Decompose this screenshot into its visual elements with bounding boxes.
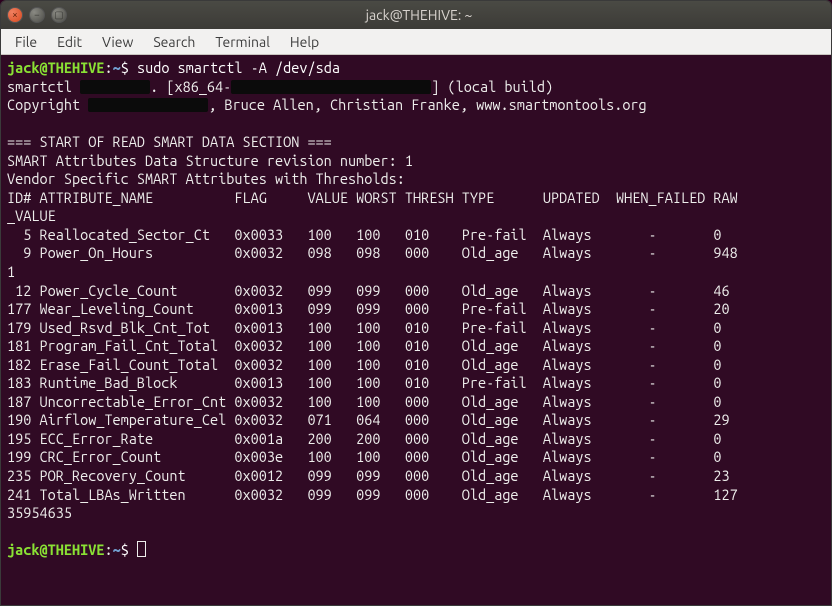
close-icon[interactable]: × (7, 7, 23, 23)
redacted-arch (231, 80, 431, 94)
titlebar: × − ▢ jack@THEHIVE: ~ (1, 1, 831, 29)
command-text: sudo smartctl -A /dev/sda (137, 59, 340, 76)
out-smartctl-b: . [x86_64- (150, 78, 231, 95)
out-section-head: === START OF READ SMART DATA SECTION === (7, 133, 332, 150)
out-copyright-b: , Bruce Allen, Christian Franke, www.sma… (208, 96, 646, 113)
prompt-path-2: ~ (113, 541, 121, 558)
out-copyright-a: Copyright (7, 96, 88, 113)
table-row: 5 Reallocated_Sector_Ct 0x0033 100 100 0… (7, 226, 722, 243)
menu-file[interactable]: File (7, 32, 45, 52)
prompt-sep-2: : (104, 541, 112, 558)
menu-help[interactable]: Help (282, 32, 327, 52)
menu-edit[interactable]: Edit (49, 32, 90, 52)
prompt-path: ~ (113, 59, 121, 76)
table-row: 179 Used_Rsvd_Blk_Cnt_Tot 0x0013 100 100… (7, 319, 722, 336)
out-smartctl-c: ] (local build) (431, 78, 553, 95)
out-hdr1: ID# ATTRIBUTE_NAME FLAG VALUE WORST THRE… (7, 189, 738, 206)
menu-view[interactable]: View (94, 32, 141, 52)
maximize-icon[interactable]: ▢ (51, 7, 67, 23)
minimize-icon[interactable]: − (29, 7, 45, 23)
out-hdr2: _VALUE (7, 207, 56, 224)
prompt-userhost: jack@THEHIVE (7, 59, 104, 76)
table-row: 182 Erase_Fail_Count_Total 0x0032 100 10… (7, 356, 722, 373)
table-row: 177 Wear_Leveling_Count 0x0013 099 099 0… (7, 300, 730, 317)
prompt-dollar: $ (121, 59, 137, 76)
table-row: 235 POR_Recovery_Count 0x0012 099 099 00… (7, 467, 730, 484)
window-title: jack@THEHIVE: ~ (73, 7, 765, 23)
table-row: 183 Runtime_Bad_Block 0x0013 100 100 010… (7, 374, 722, 391)
table-row: 12 Power_Cycle_Count 0x0032 099 099 000 … (7, 282, 730, 299)
prompt-dollar-2: $ (121, 541, 137, 558)
table-row: 190 Airflow_Temperature_Cel 0x0032 071 0… (7, 411, 730, 428)
table-row: 199 CRC_Error_Count 0x003e 100 100 000 O… (7, 448, 722, 465)
out-vendor: Vendor Specific SMART Attributes with Th… (7, 170, 405, 187)
table-row: 241 Total_LBAs_Written 0x0032 099 099 00… (7, 486, 738, 503)
table-row: 9 Power_On_Hours 0x0032 098 098 000 Old_… (7, 244, 738, 261)
cursor-icon (137, 541, 146, 557)
out-rev: SMART Attributes Data Structure revision… (7, 152, 413, 169)
terminal-area[interactable]: jack@THEHIVE:~$ sudo smartctl -A /dev/sd… (1, 55, 831, 605)
out-smartctl-a: smartctl (7, 78, 80, 95)
prompt-sep: : (104, 59, 112, 76)
table-row: 187 Uncorrectable_Error_Cnt 0x0032 100 1… (7, 393, 722, 410)
prompt-userhost-2: jack@THEHIVE (7, 541, 104, 558)
redacted-year (88, 98, 208, 112)
table-row-wrap: 1 (7, 263, 15, 280)
menu-terminal[interactable]: Terminal (207, 32, 278, 52)
terminal-window: × − ▢ jack@THEHIVE: ~ File Edit View Sea… (0, 0, 832, 606)
table-row-wrap: 35954635 (7, 504, 72, 521)
table-row: 195 ECC_Error_Rate 0x001a 200 200 000 Ol… (7, 430, 722, 447)
menubar: File Edit View Search Terminal Help (1, 29, 831, 55)
menu-search[interactable]: Search (145, 32, 203, 52)
redacted-version (80, 80, 150, 94)
table-row: 181 Program_Fail_Cnt_Total 0x0032 100 10… (7, 337, 722, 354)
